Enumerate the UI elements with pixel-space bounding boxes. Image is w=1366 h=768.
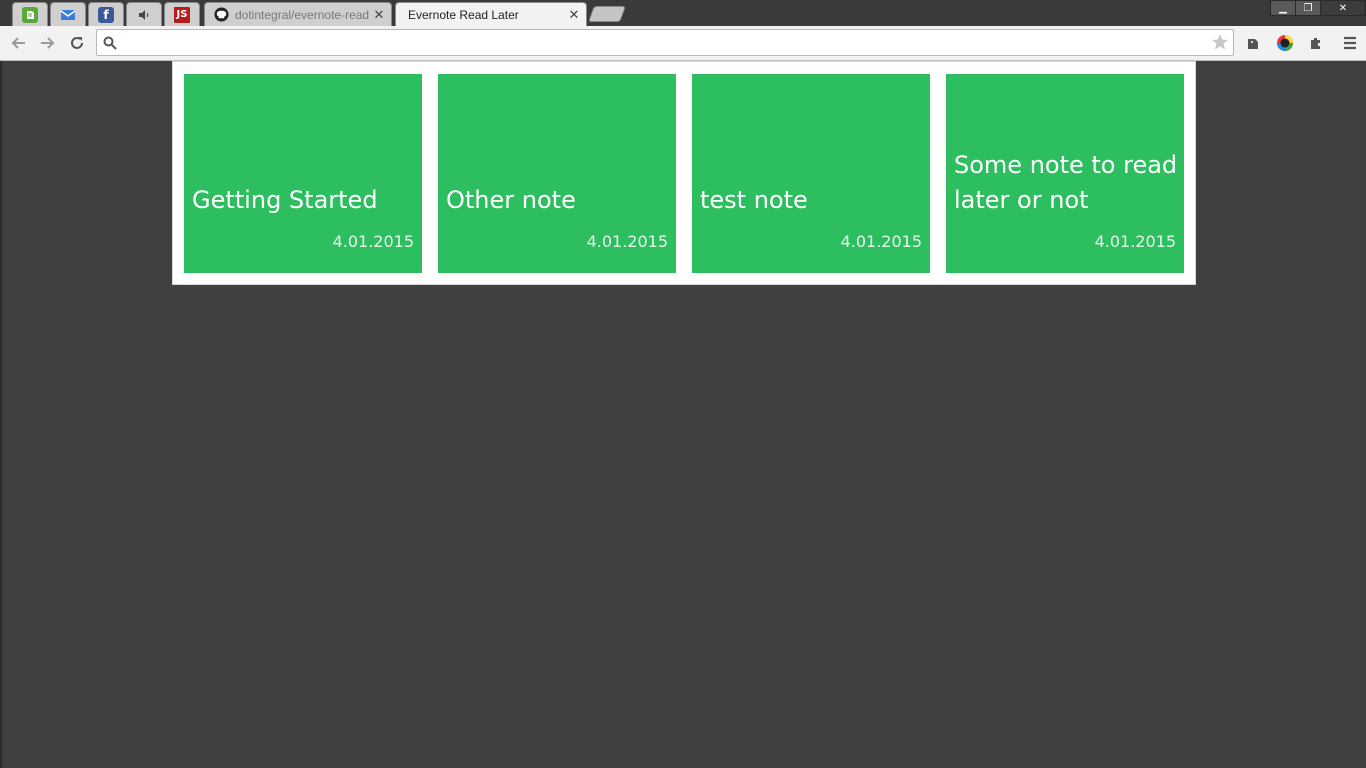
restore-button[interactable]: ❐: [1295, 0, 1321, 16]
notes-board: Getting Started 4.01.2015 Other note 4.0…: [172, 61, 1196, 285]
note-card[interactable]: Getting Started 4.01.2015: [184, 74, 422, 273]
note-title: Some note to read later or not: [954, 151, 1178, 214]
js-icon: JS: [174, 6, 190, 23]
note-card[interactable]: Other note 4.01.2015: [438, 74, 676, 273]
menu-button[interactable]: [1339, 32, 1361, 54]
forward-button[interactable]: [36, 32, 58, 54]
arrow-left-icon: [11, 37, 25, 49]
address-input[interactable]: [121, 33, 1205, 54]
extensions-button[interactable]: [1305, 32, 1327, 54]
tab-js[interactable]: JS: [164, 2, 200, 26]
tab-close-icon[interactable]: ✕: [566, 7, 582, 23]
search-icon: [103, 35, 117, 54]
tab-mail[interactable]: [50, 2, 86, 26]
note-date: 4.01.2015: [1094, 232, 1176, 251]
tab-close-icon[interactable]: ✕: [371, 7, 387, 23]
puzzle-icon: [1311, 38, 1320, 49]
address-bar[interactable]: [96, 29, 1234, 56]
note-title: test note: [700, 186, 808, 214]
color-wheel-icon: [1277, 35, 1293, 51]
elephant-icon: [1248, 39, 1258, 49]
note-date: 4.01.2015: [840, 232, 922, 251]
evernote-icon: [22, 6, 38, 23]
tab-label: Evernote Read Later: [408, 7, 519, 22]
reload-icon: [71, 37, 83, 49]
facebook-icon: f: [98, 6, 114, 23]
note-date: 4.01.2015: [332, 232, 414, 251]
viewport-edge: [0, 61, 2, 768]
minimize-button[interactable]: ▁: [1270, 0, 1296, 16]
arrow-right-icon: [41, 37, 55, 49]
color-extension-button[interactable]: [1274, 32, 1296, 54]
browser-tab-strip: f JS dotintegral/evernote-read ✕ Evernot…: [0, 0, 1366, 26]
browser-toolbar: [0, 26, 1366, 61]
tab-audio[interactable]: [126, 2, 162, 26]
note-title: Getting Started: [192, 186, 378, 214]
close-window-button[interactable]: ✕: [1320, 0, 1366, 16]
star-icon[interactable]: [1211, 33, 1229, 55]
back-button[interactable]: [8, 32, 30, 54]
speaker-icon: [136, 7, 152, 23]
hamburger-menu-icon: [1344, 36, 1356, 50]
evernote-extension-button[interactable]: [1242, 32, 1264, 54]
note-card[interactable]: Some note to read later or not 4.01.2015: [946, 74, 1184, 273]
tab-facebook[interactable]: f: [88, 2, 124, 26]
mail-icon: [60, 7, 76, 23]
note-card[interactable]: test note 4.01.2015: [692, 74, 930, 273]
github-icon: [213, 7, 229, 23]
note-date: 4.01.2015: [586, 232, 668, 251]
tab-label: dotintegral/evernote-read: [235, 7, 370, 22]
new-tab-button[interactable]: [588, 6, 626, 22]
tab-evernote-read-later[interactable]: Evernote Read Later ✕: [395, 2, 587, 26]
note-title: Other note: [446, 186, 576, 214]
tab-github[interactable]: dotintegral/evernote-read ✕: [204, 2, 392, 26]
tab-evernote[interactable]: [12, 2, 48, 26]
reload-button[interactable]: [66, 32, 88, 54]
